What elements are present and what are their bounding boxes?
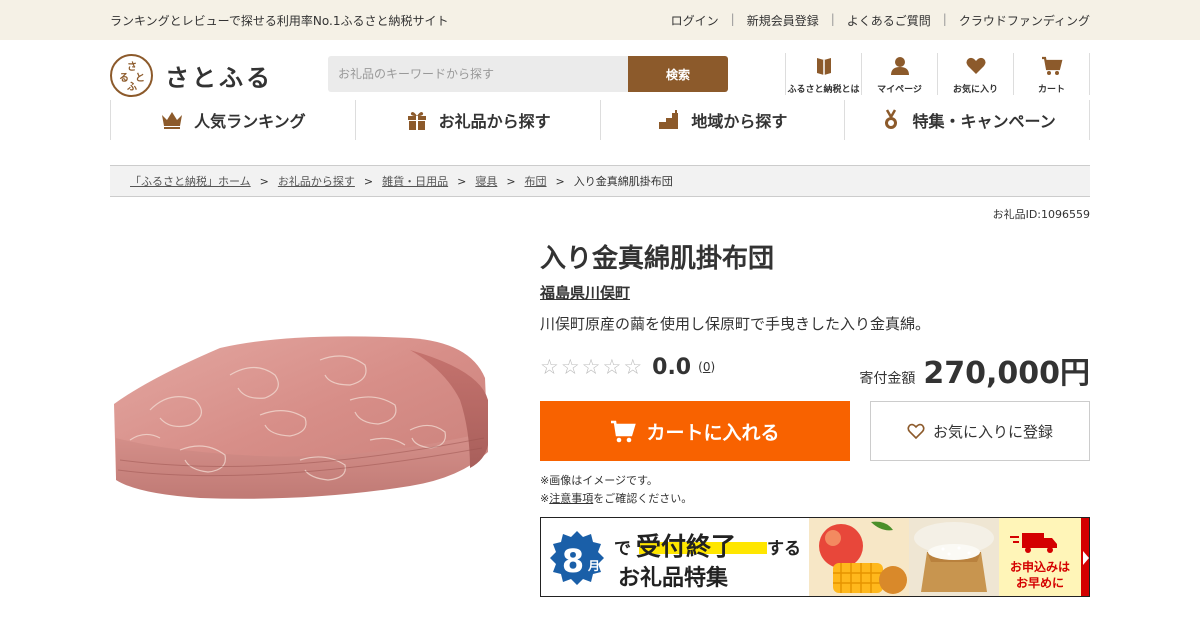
svg-text:ふ: ふ — [127, 81, 137, 93]
crown-icon — [162, 112, 183, 129]
about-furusato-button[interactable]: ふるさと納税とは — [786, 53, 862, 95]
cart-label: カート — [1037, 85, 1065, 95]
campaign-banner-art: 8 月 で 受付終了 する お礼品特集 お申込みは お早めに — [541, 518, 1089, 596]
login-link[interactable]: ログイン — [671, 12, 719, 29]
add-to-cart-button[interactable]: カートに入れる — [540, 401, 850, 461]
nav-ranking[interactable]: 人気ランキング — [111, 100, 356, 140]
cart-button[interactable]: カート — [1014, 53, 1090, 95]
product-title: 入り金真綿肌掛布団 — [540, 244, 775, 274]
add-favorite-button[interactable]: お気に入りに登録 — [870, 401, 1090, 461]
product-description: 川俣町原産の繭を使用し保原町で手曳きした入り金真綿。 — [540, 315, 931, 333]
price-value: 270,000円 — [923, 356, 1090, 391]
search-button[interactable]: 検索 — [628, 56, 728, 92]
logo-mark: さ る と ふ — [110, 53, 153, 97]
rating-score: 0.0 — [652, 354, 692, 380]
cart-icon — [611, 420, 637, 443]
banner-headline-line2: お礼品特集 — [618, 565, 729, 591]
breadcrumb-separator: > — [457, 174, 467, 188]
caution-link[interactable]: 注意事項 — [549, 492, 593, 505]
breadcrumb-home[interactable]: 「ふるさと納税」ホーム — [130, 173, 251, 189]
caution-note: ※注意事項をご確認ください。 — [540, 490, 692, 508]
breadcrumb: 「ふるさと納税」ホーム > お礼品から探す > 雑貨・日用品 > 寝具 > 布団… — [110, 165, 1090, 197]
banner-headline-main: 受付終了 — [636, 532, 736, 561]
breadcrumb-separator: > — [506, 174, 516, 188]
medal-icon — [884, 109, 897, 129]
logo-text: さとふる — [165, 63, 273, 92]
banner-month-unit: 月 — [587, 559, 600, 573]
region-icon — [659, 110, 679, 129]
review-count: (0) — [698, 360, 715, 374]
banner-headline-de: で — [614, 539, 631, 559]
logo-emblem-icon: さ る と ふ — [119, 61, 145, 93]
nav-features[interactable]: 特集・キャンペーン — [845, 100, 1090, 140]
top-links: ログイン | 新規会員登録 | よくあるご質問 | クラウドファンディング — [671, 12, 1090, 29]
nav-ranking-label: 人気ランキング — [194, 112, 306, 131]
search-bar: 検索 — [328, 56, 728, 92]
nav-regions[interactable]: 地域から探す — [601, 100, 846, 140]
top-bar: ランキングとレビューで探せる利用率No.1ふるさと納税サイト ログイン | 新規… — [0, 0, 1200, 40]
breadcrumb-separator: > — [259, 174, 269, 188]
divider: | — [942, 12, 947, 26]
breadcrumb-separator: > — [555, 174, 565, 188]
banner-badge-line1: お申込みは — [1010, 559, 1070, 574]
rating-stars: ☆ ☆ ☆ ☆ ☆ — [540, 354, 644, 379]
about-furusato-label: ふるさと納税とは — [787, 85, 860, 95]
mypage-label: マイページ — [877, 85, 922, 95]
book-icon — [816, 58, 831, 75]
product-region-link[interactable]: 福島県川俣町 — [540, 282, 630, 303]
breadcrumb-goods[interactable]: 雑貨・日用品 — [382, 173, 448, 189]
header-icon-nav: ふるさと納税とは マイページ お気に入り カート — [785, 53, 1090, 95]
item-id: お礼品ID:1096559 — [992, 208, 1090, 221]
nav-gifts[interactable]: お礼品から探す — [356, 100, 601, 140]
register-link[interactable]: 新規会員登録 — [747, 12, 819, 29]
cart-icon — [1041, 56, 1062, 75]
breadcrumb-current: 入り金真綿肌掛布団 — [573, 175, 673, 188]
caution-suffix: をご確認ください。 — [593, 492, 693, 505]
favorites-button[interactable]: お気に入り — [938, 53, 1014, 95]
heart-outline-icon — [907, 423, 925, 439]
site-logo[interactable]: さ る と ふ さとふる — [110, 53, 275, 97]
donation-price: 寄付金額 270,000円 — [859, 348, 1090, 392]
futon-image — [114, 336, 488, 499]
product-notes: ※画像はイメージです。 ※注意事項をご確認ください。 — [540, 472, 692, 508]
rating: ☆ ☆ ☆ ☆ ☆ 0.0 (0) — [540, 352, 715, 382]
star-icon: ☆ — [602, 354, 622, 379]
faq-link[interactable]: よくあるご質問 — [847, 12, 931, 29]
star-icon: ☆ — [623, 354, 643, 379]
banner-headline-suru: する — [767, 539, 801, 559]
image-note: ※画像はイメージです。 — [540, 474, 658, 487]
price-label: 寄付金額 — [859, 371, 916, 387]
product-image[interactable] — [110, 320, 495, 510]
divider: | — [830, 12, 835, 26]
favorites-label: お気に入り — [952, 85, 998, 95]
divider: | — [730, 12, 735, 26]
gift-icon — [407, 112, 426, 130]
nav-gifts-label: お礼品から探す — [438, 112, 551, 131]
breadcrumb-gifts[interactable]: お礼品から探す — [278, 173, 355, 189]
user-icon — [890, 57, 909, 75]
nav-regions-label: 地域から探す — [691, 112, 788, 131]
breadcrumb-separator: > — [363, 174, 374, 188]
mypage-button[interactable]: マイページ — [862, 53, 938, 95]
banner-badge-line2: お早めに — [1016, 576, 1064, 590]
review-count-close: ) — [710, 360, 716, 374]
breadcrumb-futon[interactable]: 布団 — [525, 173, 547, 189]
star-icon: ☆ — [560, 354, 580, 379]
caution-prefix: ※ — [540, 492, 550, 505]
nav-features-label: 特集・キャンペーン — [912, 112, 1056, 131]
svg-text:さ: さ — [127, 61, 137, 73]
add-favorite-label: お気に入りに登録 — [932, 422, 1053, 441]
star-icon: ☆ — [540, 354, 559, 379]
campaign-banner[interactable]: 8 月 で 受付終了 する お礼品特集 お申込みは お早めに — [540, 517, 1090, 597]
add-to-cart-label: カートに入れる — [646, 421, 780, 444]
banner-month: 8 — [562, 542, 584, 580]
star-icon: ☆ — [581, 354, 601, 379]
heart-icon — [966, 57, 985, 74]
site-tagline: ランキングとレビューで探せる利用率No.1ふるさと納税サイト — [110, 14, 449, 28]
search-input[interactable] — [328, 56, 628, 92]
global-nav: 人気ランキング お礼品から探す 地域から探す 特集・キャンペーン — [110, 100, 1090, 140]
breadcrumb-bedding[interactable]: 寝具 — [475, 173, 497, 189]
crowdfunding-link[interactable]: クラウドファンディング — [959, 12, 1090, 29]
